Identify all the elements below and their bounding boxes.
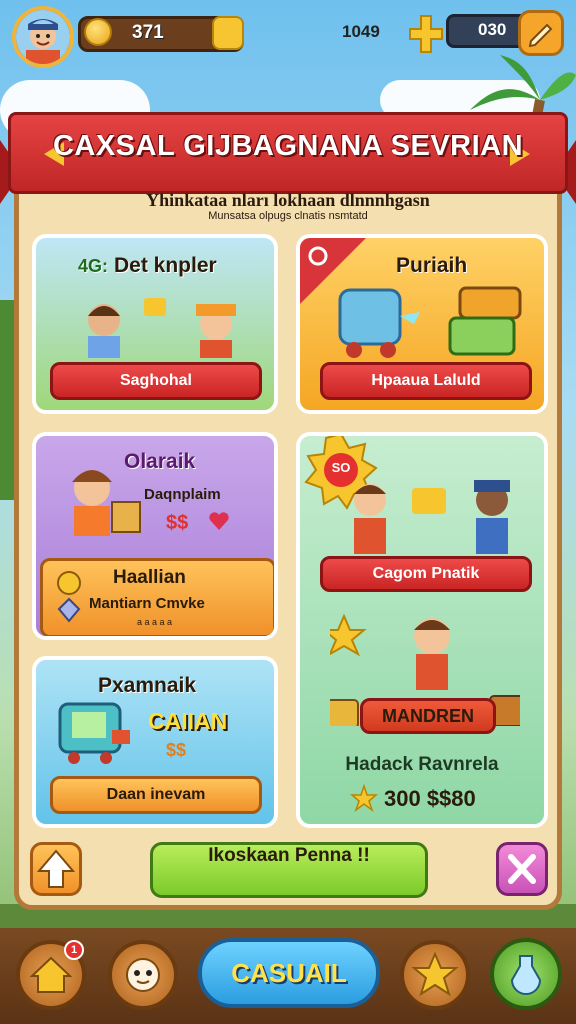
card-olaraik[interactable]: Olaraik Daqnplaim $$ Haallian Mantiarn C… [32, 432, 278, 640]
potion-icon [510, 955, 542, 995]
card-price: $$ [166, 512, 189, 534]
card-title: Puriaih [396, 254, 468, 277]
arcade-machine-icon [58, 702, 130, 764]
favorites-button[interactable] [400, 940, 470, 1010]
mandren-ribbon: MANDREN [360, 698, 496, 734]
kids-illustration [88, 298, 236, 358]
cagom-pnatik-button[interactable]: Cagom Pnatik [320, 556, 532, 592]
card-title: Det knpler [114, 254, 217, 277]
daan-inevam-button[interactable]: Daan inevam [50, 776, 262, 814]
saghohal-button[interactable]: Saghohal [50, 362, 262, 400]
card-cagom-pnatik[interactable]: SO Cagom Pnatik MANDREN Hadack Ravnrela … [296, 432, 548, 828]
card-pxamnaik[interactable]: Pxamnaik CAIIAN $$ Daan inevam [32, 656, 278, 828]
coin-icon [84, 18, 112, 46]
add-coins-button[interactable] [212, 16, 244, 50]
edit-button[interactable] [518, 10, 564, 56]
monkey-face-icon [126, 958, 160, 992]
gem-value: 1049 [342, 22, 380, 41]
pencil-icon [528, 23, 553, 48]
profile-button[interactable] [108, 940, 178, 1010]
coin-value: 371 [132, 22, 164, 43]
page-subtitle: Yhinkataa nları lokhaan dlnnnhgasn [146, 190, 430, 210]
hpaaua-laluld-button[interactable]: Hpaaua Laluld [320, 362, 532, 400]
card-badge: 4G: [78, 256, 109, 276]
potion-button[interactable] [490, 938, 562, 1010]
boys-illustration [354, 480, 510, 554]
coin-stack-icon [57, 571, 81, 623]
page-title: CAXSAL GIJBAGNANA SEVRIAN [52, 130, 524, 162]
plus-icon[interactable] [408, 14, 444, 54]
gem-bar-value: 030 [478, 20, 507, 39]
star-icon [350, 784, 378, 812]
card-price: $$ [166, 740, 187, 760]
avatar-icon [16, 10, 70, 64]
play-button[interactable]: CASUAIL [198, 938, 380, 1008]
page-caption: Munsatsa olpugs clnatis nsmtatd [208, 210, 368, 222]
star-icon [411, 951, 459, 997]
notification-badge: 1 [64, 940, 84, 960]
machines-illustration [338, 286, 522, 358]
arrow-up-icon [36, 849, 76, 888]
footer-value: 300 $$80 [384, 786, 476, 811]
card-puriaih[interactable]: Puriaih Hpaaua Laluld [296, 234, 548, 414]
haallian-panel[interactable]: Haallian Mantiarn Cmvke a a a a a [40, 558, 274, 636]
up-arrow-button[interactable] [30, 842, 82, 896]
card-det-knpler[interactable]: 4G: Det knpler Saghohal [32, 234, 278, 414]
sub-caption: Mantiarn Cmvke [89, 595, 205, 612]
player-avatar[interactable] [12, 6, 74, 68]
girl-with-box-illustration [72, 470, 141, 536]
close-button[interactable] [496, 842, 548, 896]
sub-title: Haallian [113, 567, 186, 588]
close-icon [508, 854, 536, 884]
heart-icon [209, 512, 229, 530]
card-caption: Daqnplaim [144, 486, 221, 503]
card-highlight: CAIIAN [148, 708, 228, 734]
ikoskaan-penna-button[interactable]: Ikoskaan Penna !! [150, 842, 428, 898]
footer-title: Hadack Ravnrela [345, 754, 499, 775]
sub-note: a a a a a [137, 617, 173, 627]
card-title: Pxamnaik [98, 674, 197, 697]
